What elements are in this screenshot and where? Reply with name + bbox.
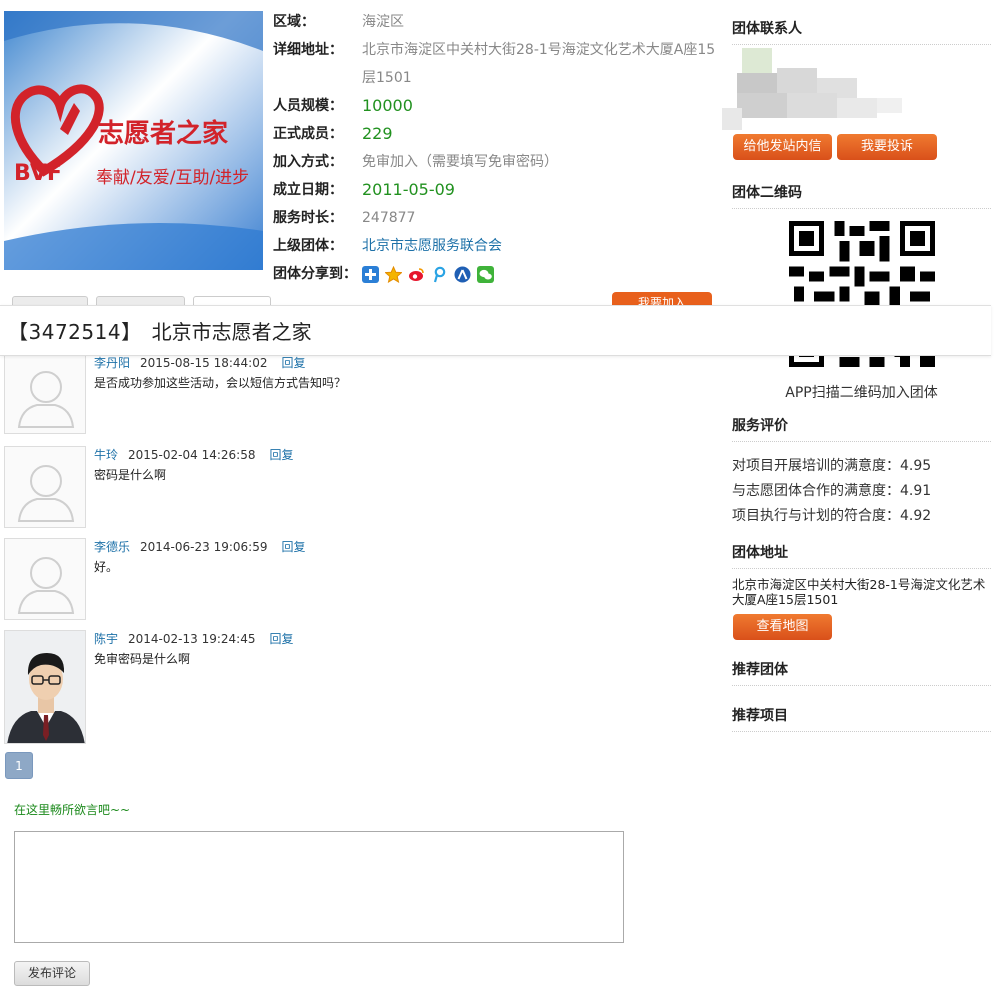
share-icons bbox=[362, 260, 494, 288]
comment-prompt: 在这里畅所欲言吧~~ bbox=[14, 803, 131, 817]
rating-training: 对项目开展培训的满意度：4.95 bbox=[732, 458, 932, 474]
comment-textarea[interactable] bbox=[14, 831, 624, 943]
comment-item: 陈宇 2014-02-13 19:24:45 回复 免审密码是什么啊 bbox=[4, 630, 704, 744]
sidebar-address: 北京市海淀区中关村大街28-1号海淀文化艺术大厦A座15层1501 bbox=[732, 577, 986, 607]
logo-slogan: 奉献/友爱/互助/进步 bbox=[96, 168, 250, 188]
group-id: 【3472514】 bbox=[8, 320, 142, 344]
comment-time: 2015-08-15 18:44:02 bbox=[140, 356, 268, 370]
group-name: 北京市志愿者之家 bbox=[151, 320, 312, 344]
hours-label: 服务时长： bbox=[273, 210, 343, 226]
parent-link[interactable]: 北京市志愿服务联合会 bbox=[362, 232, 723, 260]
address-value: 北京市海淀区中关村大街28-1号海淀文化艺术大厦A座15 层1501 bbox=[362, 36, 723, 92]
reply-link[interactable]: 回复 bbox=[281, 356, 305, 370]
founded-value: 2011-05-09 bbox=[362, 180, 455, 199]
contact-avatar-blurred bbox=[717, 48, 907, 133]
renren-icon[interactable] bbox=[454, 266, 471, 283]
default-avatar-icon bbox=[4, 352, 86, 434]
comment-text: 免审密码是什么啊 bbox=[94, 652, 191, 666]
page-title-bar: 【3472514】 北京市志愿者之家 bbox=[0, 305, 991, 356]
info-size: 人员规模： 10000 bbox=[273, 92, 723, 120]
info-region: 区域： 海淀区 bbox=[273, 8, 723, 36]
wechat-icon[interactable] bbox=[477, 265, 494, 283]
join-label: 加入方式： bbox=[273, 154, 343, 170]
info-founded: 成立日期： 2011-05-09 bbox=[273, 176, 723, 204]
comment-meta: 牛玲 2015-02-04 14:26:58 回复 bbox=[94, 446, 293, 463]
recommended-groups-heading: 推荐团体 bbox=[732, 659, 991, 686]
default-avatar-icon bbox=[4, 446, 86, 528]
complain-button[interactable]: 我要投诉 bbox=[837, 134, 937, 160]
plus-icon[interactable] bbox=[362, 265, 379, 283]
info-hours: 服务时长： 247877 bbox=[273, 204, 723, 232]
pagination-page-1[interactable]: 1 bbox=[5, 752, 33, 779]
qr-heading: 团体二维码 bbox=[732, 182, 991, 209]
address-line-2: 层1501 bbox=[362, 70, 412, 86]
address-heading: 团体地址 bbox=[732, 542, 991, 569]
rating-execution: 项目执行与计划的符合度：4.92 bbox=[732, 508, 932, 524]
comment-user[interactable]: 陈宇 bbox=[94, 632, 118, 646]
region-label: 区域： bbox=[273, 14, 315, 30]
comment-item: 李丹阳 2015-08-15 18:44:02 回复 是否成功参加这些活动，会以短信… bbox=[4, 352, 704, 436]
size-label: 人员规模： bbox=[273, 98, 343, 114]
join-value: 免审加入（需要填写免审密码） bbox=[362, 154, 558, 170]
comment-time: 2014-06-23 19:06:59 bbox=[140, 540, 268, 554]
join-button[interactable]: 我要加入 bbox=[612, 292, 712, 306]
info-address: 详细地址： 北京市海淀区中关村大街28-1号海淀文化艺术大厦A座15 层1501 bbox=[273, 36, 723, 92]
founded-label: 成立日期： bbox=[273, 182, 343, 198]
submit-comment-button[interactable]: 发布评论 bbox=[14, 961, 90, 986]
rating-cooperation: 与志愿团体合作的满意度：4.91 bbox=[732, 483, 932, 499]
comment-user[interactable]: 牛玲 bbox=[94, 448, 118, 462]
address-label: 详细地址： bbox=[273, 42, 343, 58]
reply-link[interactable]: 回复 bbox=[269, 448, 293, 462]
qzone-icon[interactable] bbox=[384, 265, 403, 283]
comment-item: 李德乐 2014-06-23 19:06:59 回复 好。 bbox=[4, 538, 704, 620]
parent-label: 上级团体： bbox=[273, 238, 343, 254]
contact-heading: 团体联系人 bbox=[732, 18, 991, 45]
reply-link[interactable]: 回复 bbox=[281, 540, 305, 554]
size-value: 10000 bbox=[362, 96, 413, 115]
comment-text: 好。 bbox=[94, 560, 119, 574]
reply-link[interactable]: 回复 bbox=[269, 632, 293, 646]
comment-time: 2014-02-13 19:24:45 bbox=[128, 632, 256, 646]
recommended-projects-heading: 推荐项目 bbox=[732, 705, 991, 732]
qr-caption: APP扫描二维码加入团体 bbox=[785, 385, 938, 401]
comment-meta: 李德乐 2014-06-23 19:06:59 回复 bbox=[94, 538, 305, 555]
send-message-button[interactable]: 给他发站内信 bbox=[733, 134, 832, 160]
logo-brand-text: 志愿者之家 bbox=[98, 119, 229, 149]
comment-user[interactable]: 李德乐 bbox=[94, 540, 130, 554]
comment-meta: 李丹阳 2015-08-15 18:44:02 回复 bbox=[94, 354, 305, 371]
members-label: 正式成员： bbox=[273, 126, 343, 142]
share-label: 团体分享到： bbox=[273, 266, 357, 282]
logo-abbr: BVF bbox=[14, 161, 62, 186]
user-photo-avatar bbox=[4, 630, 86, 744]
comment-text: 是否成功参加这些活动，会以短信方式告知吗？ bbox=[94, 376, 347, 390]
members-value: 229 bbox=[362, 124, 393, 143]
pengyou-icon[interactable] bbox=[431, 266, 448, 283]
info-parent: 上级团体： 北京市志愿服务联合会 bbox=[273, 232, 723, 260]
comment-item: 牛玲 2015-02-04 14:26:58 回复 密码是什么啊 bbox=[4, 446, 704, 528]
view-map-button[interactable]: 查看地图 bbox=[733, 614, 832, 640]
comment-meta: 陈宇 2014-02-13 19:24:45 回复 bbox=[94, 630, 293, 647]
group-info: 区域： 海淀区 详细地址： 北京市海淀区中关村大街28-1号海淀文化艺术大厦A座… bbox=[273, 8, 723, 288]
comment-user[interactable]: 李丹阳 bbox=[94, 356, 130, 370]
default-avatar-icon bbox=[4, 538, 86, 620]
comment-time: 2015-02-04 14:26:58 bbox=[128, 448, 256, 462]
weibo-icon[interactable] bbox=[408, 266, 425, 283]
hours-value: 247877 bbox=[362, 210, 416, 226]
group-logo: 志愿者之家 BVF 奉献/友爱/互助/进步 bbox=[4, 11, 263, 270]
info-share: 团体分享到： bbox=[273, 260, 723, 288]
rating-heading: 服务评价 bbox=[732, 415, 991, 442]
comment-text: 密码是什么啊 bbox=[94, 468, 167, 482]
info-join: 加入方式： 免审加入（需要填写免审密码） bbox=[273, 148, 723, 176]
info-members: 正式成员： 229 bbox=[273, 120, 723, 148]
address-line-1: 北京市海淀区中关村大街28-1号海淀文化艺术大厦A座15 bbox=[362, 42, 716, 58]
region-value: 海淀区 bbox=[362, 14, 404, 30]
